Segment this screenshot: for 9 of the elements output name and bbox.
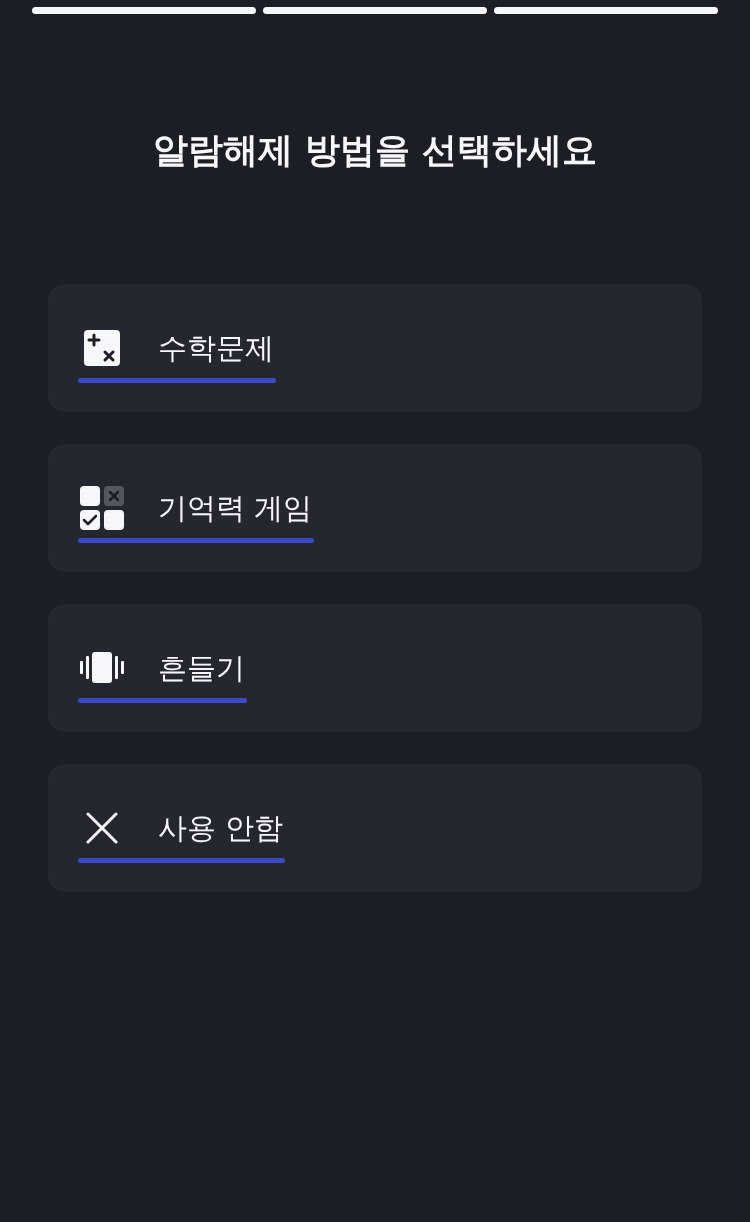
tiles-icon <box>80 485 124 530</box>
unlock-method-option[interactable]: 사용 안함 <box>48 764 702 892</box>
screen-title: 알람해제 방법을 선택하세요 <box>152 129 598 172</box>
plus-times-icon <box>84 329 120 366</box>
unlock-method-option[interactable]: 흔들기 <box>48 604 702 732</box>
unlock-method-option[interactable]: 수학문제 <box>48 284 702 412</box>
cross-icon <box>86 811 118 844</box>
unlock-method-option[interactable]: 기억력 게임 <box>48 444 702 572</box>
vibrating-phone-icon <box>80 652 124 683</box>
